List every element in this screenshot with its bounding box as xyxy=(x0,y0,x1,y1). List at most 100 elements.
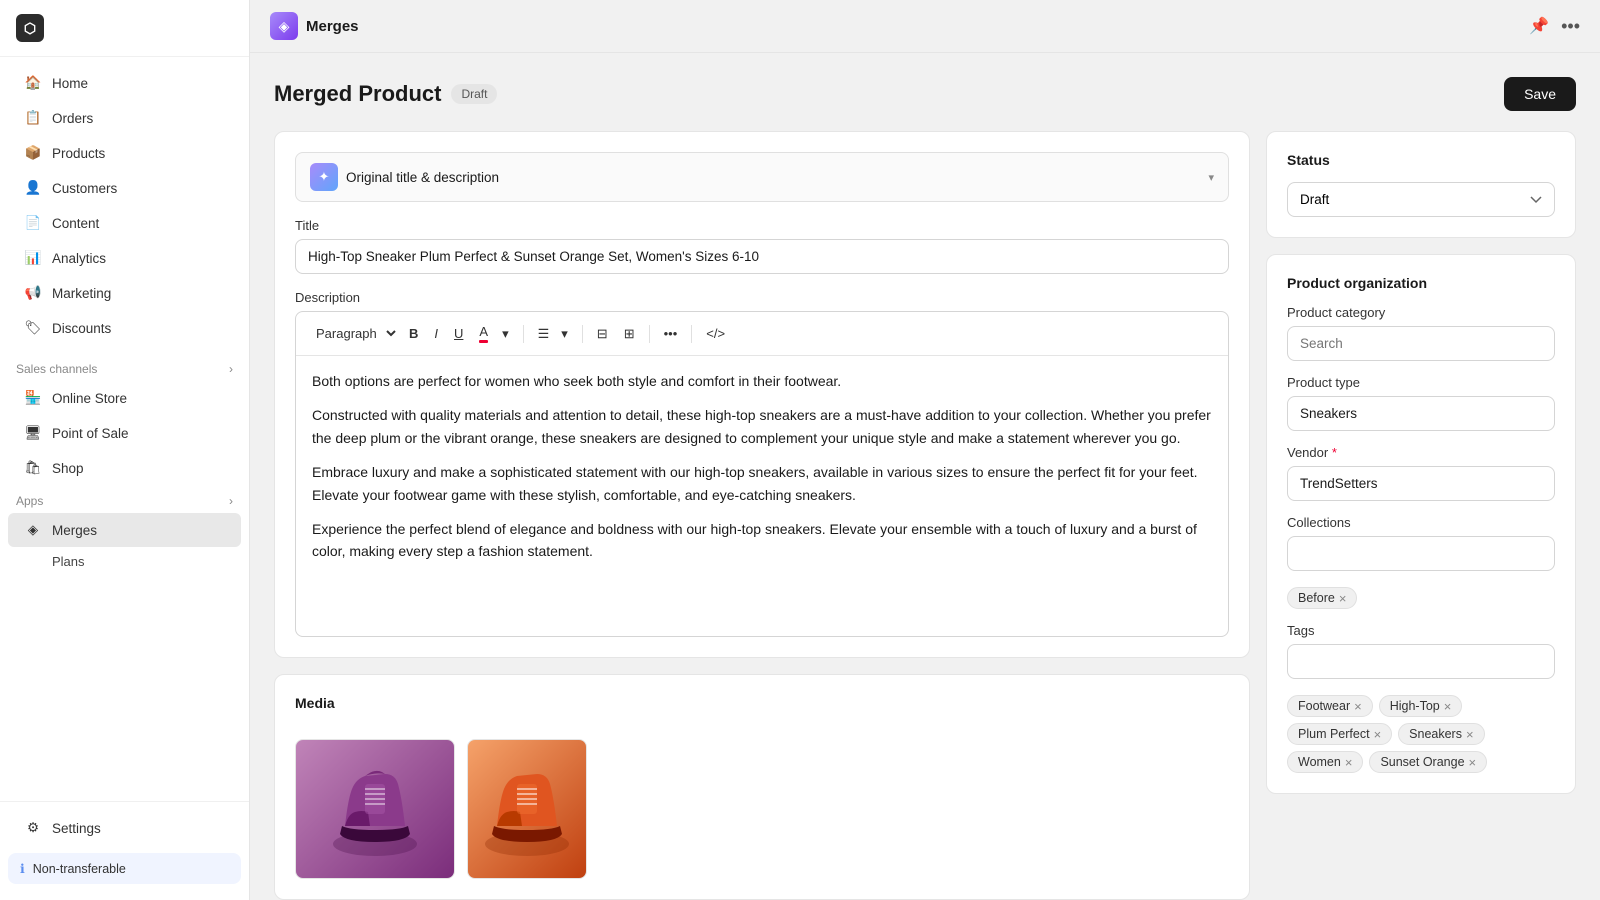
page-header: Merged Product Draft Save xyxy=(274,77,1576,111)
ai-toolbar[interactable]: ✦ Original title & description ▾ xyxy=(295,152,1229,202)
tag-hightop-close[interactable]: × xyxy=(1444,700,1452,713)
nav-label-discounts: Discounts xyxy=(52,321,111,336)
tag-sneakers: Sneakers × xyxy=(1398,723,1484,745)
editor-para-2: Constructed with quality materials and a… xyxy=(312,404,1212,449)
nav-item-online-store[interactable]: 🏪 Online Store xyxy=(8,381,241,415)
ai-label: Original title & description xyxy=(346,170,1200,185)
collection-tag-close[interactable]: × xyxy=(1339,592,1347,605)
non-transferable-badge: ℹ Non-transferable xyxy=(8,853,241,884)
pos-icon: 🖥 xyxy=(24,424,42,442)
media-grid xyxy=(295,725,1229,879)
online-store-icon: 🏪 xyxy=(24,389,42,407)
marketing-icon: 📢 xyxy=(24,284,42,302)
toolbar-divider-1 xyxy=(523,325,524,343)
underline-button[interactable]: U xyxy=(448,322,469,345)
nav-item-customers[interactable]: 👤 Customers xyxy=(8,171,241,205)
expand-icon: › xyxy=(229,362,233,376)
color-chevron[interactable]: ▾ xyxy=(496,322,515,346)
tag-women: Women × xyxy=(1287,751,1363,773)
editor-body[interactable]: Both options are perfect for women who s… xyxy=(296,356,1228,636)
tag-sneakers-close[interactable]: × xyxy=(1466,728,1474,741)
color-button-wrap[interactable]: A ▾ xyxy=(473,320,514,347)
nav-label-settings: Settings xyxy=(52,821,101,836)
apps-section[interactable]: Apps › xyxy=(0,486,249,512)
product-type-field: Product type xyxy=(1287,375,1555,431)
nav-label-plans: Plans xyxy=(52,554,85,569)
nav-label-pos: Point of Sale xyxy=(52,426,129,441)
bullet-list-button[interactable]: ⊟ xyxy=(591,322,614,346)
category-search-input[interactable] xyxy=(1287,326,1555,361)
italic-button[interactable]: I xyxy=(428,322,444,345)
editor-toolbar: Paragraph B I U A ▾ xyxy=(296,312,1228,356)
tag-women-label: Women xyxy=(1298,755,1341,769)
media-thumb-orange[interactable] xyxy=(467,739,587,879)
tag-hightop-label: High-Top xyxy=(1390,699,1440,713)
tag-sneakers-label: Sneakers xyxy=(1409,727,1462,741)
merges-icon: ◈ xyxy=(24,521,42,539)
ai-icon: ✦ xyxy=(310,163,338,191)
sidebar: ⬡ 🏠 Home 📋 Orders 📦 Products 👤 Customers… xyxy=(0,0,250,900)
bold-button[interactable]: B xyxy=(403,322,424,345)
collections-input[interactable] xyxy=(1287,536,1555,571)
home-icon: 🏠 xyxy=(24,74,42,92)
tags-list: Footwear × High-Top × Plum Perfect × xyxy=(1287,695,1555,773)
nav-sub-item-plans[interactable]: Plans xyxy=(8,548,241,575)
nav-item-content[interactable]: 📄 Content xyxy=(8,206,241,240)
description-editor: Paragraph B I U A ▾ xyxy=(295,311,1229,637)
plum-shoe-svg xyxy=(330,754,420,864)
nav-item-merges[interactable]: ◈ Merges xyxy=(8,513,241,547)
title-input[interactable] xyxy=(295,239,1229,274)
editor-para-4: Experience the perfect blend of elegance… xyxy=(312,518,1212,563)
nav-item-home[interactable]: 🏠 Home xyxy=(8,66,241,100)
content-area: Merged Product Draft Save ✦ Original tit… xyxy=(250,53,1600,900)
tag-hightop: High-Top × xyxy=(1379,695,1463,717)
pin-icon[interactable]: 📌 xyxy=(1529,16,1549,36)
align-button-wrap[interactable]: ☰ ▾ xyxy=(532,322,574,346)
media-thumb-plum[interactable] xyxy=(295,739,455,879)
toolbar-divider-3 xyxy=(649,325,650,343)
nav-item-shop[interactable]: 🛍 Shop xyxy=(8,451,241,485)
vendor-input[interactable] xyxy=(1287,466,1555,501)
toolbar-divider-4 xyxy=(691,325,692,343)
analytics-icon: 📊 xyxy=(24,249,42,267)
tags-label: Tags xyxy=(1287,623,1555,638)
topbar: ◈ Merges 📌 ••• xyxy=(250,0,1600,53)
tag-footwear-close[interactable]: × xyxy=(1354,700,1362,713)
apps-label: Apps xyxy=(16,494,43,508)
tag-women-close[interactable]: × xyxy=(1345,756,1353,769)
nav-label-customers: Customers xyxy=(52,181,117,196)
collections-label: Collections xyxy=(1287,515,1555,530)
more-options-button[interactable]: ••• xyxy=(658,322,684,345)
orange-shoe-svg xyxy=(482,754,572,864)
align-chevron[interactable]: ▾ xyxy=(555,322,574,346)
paragraph-style-select[interactable]: Paragraph xyxy=(306,321,399,346)
sales-channels-section[interactable]: Sales channels › xyxy=(0,354,249,380)
nav-label-online-store: Online Store xyxy=(52,391,127,406)
shop-icon: 🛍 xyxy=(24,459,42,477)
align-button[interactable]: ☰ xyxy=(532,322,556,346)
save-button[interactable]: Save xyxy=(1504,77,1576,111)
category-field: Product category xyxy=(1287,305,1555,361)
tag-sunset-orange-close[interactable]: × xyxy=(1469,756,1477,769)
nav-label-home: Home xyxy=(52,76,88,91)
nav-item-marketing[interactable]: 📢 Marketing xyxy=(8,276,241,310)
nav-item-point-of-sale[interactable]: 🖥 Point of Sale xyxy=(8,416,241,450)
nav-item-analytics[interactable]: 📊 Analytics xyxy=(8,241,241,275)
nav-label-shop: Shop xyxy=(52,461,84,476)
tag-plum-close[interactable]: × xyxy=(1374,728,1382,741)
nav-label-products: Products xyxy=(52,146,105,161)
nav-item-discounts[interactable]: 🏷 Discounts xyxy=(8,311,241,345)
number-list-button[interactable]: ⊞ xyxy=(618,322,641,346)
tags-input[interactable] xyxy=(1287,644,1555,679)
nav-item-products[interactable]: 📦 Products xyxy=(8,136,241,170)
topbar-right: 📌 ••• xyxy=(1529,16,1580,37)
topbar-title: Merges xyxy=(306,18,359,35)
text-color-button[interactable]: A xyxy=(473,320,494,347)
product-type-input[interactable] xyxy=(1287,396,1555,431)
code-button[interactable]: </> xyxy=(700,322,731,345)
more-options-icon[interactable]: ••• xyxy=(1561,16,1580,37)
chevron-down-icon: ▾ xyxy=(1208,171,1214,184)
nav-item-settings[interactable]: ⚙ Settings xyxy=(8,811,241,845)
status-select[interactable]: Draft Active xyxy=(1287,182,1555,217)
nav-item-orders[interactable]: 📋 Orders xyxy=(8,101,241,135)
